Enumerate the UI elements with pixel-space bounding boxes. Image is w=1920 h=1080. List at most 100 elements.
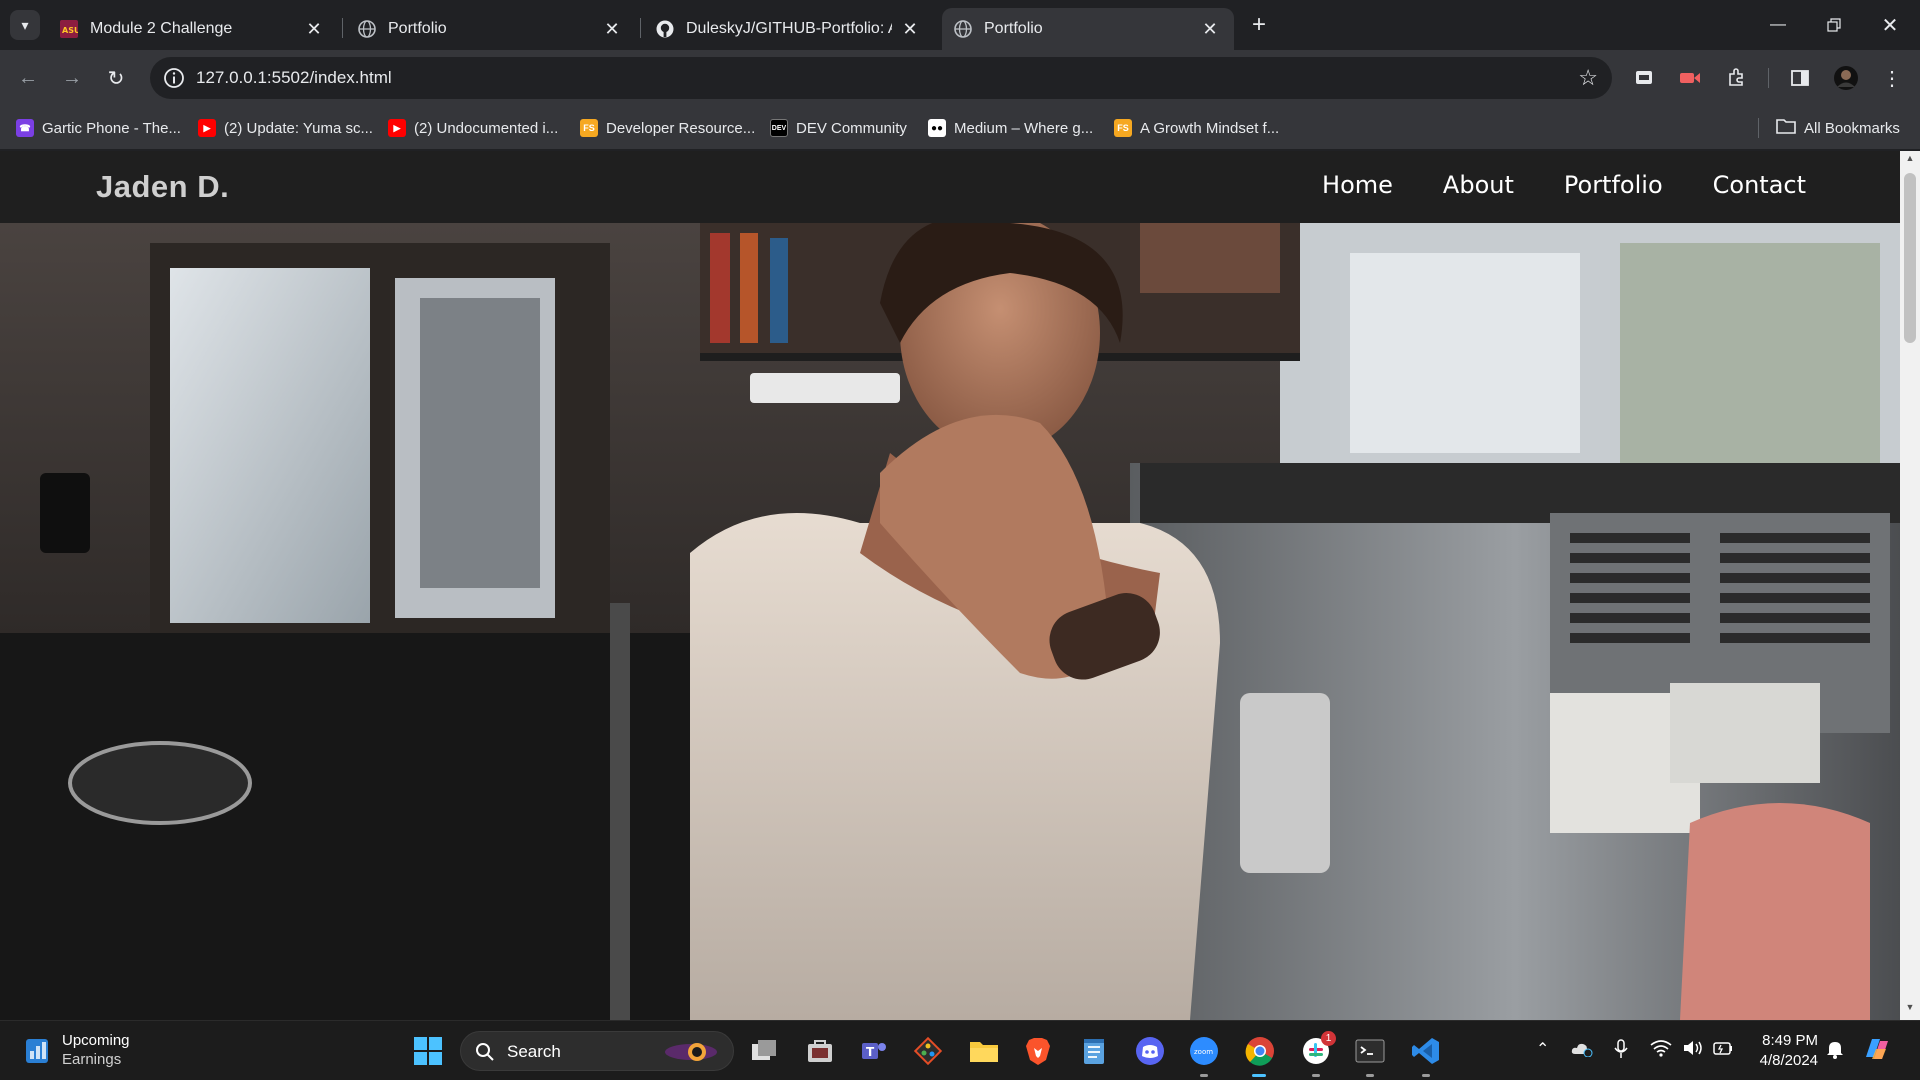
screen-recorder-icon[interactable]: [1676, 64, 1704, 92]
nav-home-link[interactable]: Home: [1322, 171, 1393, 199]
tab-divider: [640, 18, 641, 38]
tab-portfolio[interactable]: Portfolio ✕: [346, 8, 636, 50]
minimize-icon: —: [1770, 16, 1786, 33]
zoom-icon: zoom: [1190, 1037, 1218, 1065]
windows-logo-icon: [414, 1037, 442, 1065]
page-scrollbar[interactable]: ▲ ▼: [1900, 151, 1920, 1020]
volume-icon[interactable]: [1682, 1039, 1704, 1062]
all-bookmarks-button[interactable]: All Bookmarks: [1776, 116, 1900, 140]
weather-widget[interactable]: Upcoming Earnings: [24, 1031, 130, 1069]
bookmark-star-icon[interactable]: ☆: [1578, 65, 1598, 91]
taskbar-chrome[interactable]: [1244, 1035, 1276, 1067]
search-label: Search: [507, 1042, 561, 1061]
bookmark-item[interactable]: DEV DEV Community: [770, 116, 907, 140]
extensions-puzzle-icon[interactable]: [1722, 64, 1750, 92]
tab-divider: [342, 18, 343, 38]
nav-contact-link[interactable]: Contact: [1713, 171, 1806, 199]
nav-portfolio-link[interactable]: Portfolio: [1564, 171, 1663, 199]
taskbar-vscode[interactable]: [1410, 1035, 1442, 1067]
bookmark-item[interactable]: ●● Medium – Where g...: [928, 116, 1093, 140]
folder-icon: [970, 1042, 998, 1062]
bookmark-item[interactable]: FS A Growth Mindset f...: [1114, 116, 1279, 140]
notification-badge: 1: [1321, 1031, 1336, 1046]
svg-text:ASU: ASU: [62, 26, 78, 35]
git-diamond-icon: [913, 1036, 943, 1066]
wifi-icon[interactable]: [1650, 1039, 1672, 1062]
bookmark-label: Developer Resource...: [606, 119, 756, 137]
close-tab-icon[interactable]: ✕: [1200, 19, 1220, 40]
folder-icon: [1776, 118, 1796, 138]
close-tab-icon[interactable]: ✕: [304, 19, 324, 40]
scroll-up-icon[interactable]: ▲: [1900, 153, 1920, 169]
taskbar-search[interactable]: Search: [460, 1031, 734, 1071]
widget-title: Upcoming: [62, 1032, 130, 1049]
running-indicator: [1200, 1074, 1208, 1077]
tab-title: Portfolio: [984, 20, 1043, 37]
tab-module-2-challenge[interactable]: ASU Module 2 Challenge ✕: [48, 8, 338, 50]
restore-button[interactable]: [1806, 0, 1862, 50]
battery-icon[interactable]: [1712, 1039, 1734, 1062]
site-brand[interactable]: Jaden D.: [96, 169, 229, 205]
side-panel-icon[interactable]: [1786, 64, 1814, 92]
cast-extension-icon[interactable]: [1630, 64, 1658, 92]
address-bar[interactable]: 127.0.0.1:5502/index.html ☆: [150, 57, 1612, 99]
copilot-icon[interactable]: [1862, 1035, 1892, 1068]
taskbar-slack[interactable]: 1: [1300, 1031, 1336, 1067]
active-indicator: [1252, 1074, 1266, 1077]
taskbar-terminal[interactable]: [1354, 1035, 1386, 1067]
more-menu-icon[interactable]: ⋮: [1878, 64, 1906, 92]
discord-icon: [1136, 1037, 1164, 1065]
scroll-down-icon[interactable]: ▼: [1900, 1002, 1920, 1018]
taskbar-discord[interactable]: [1134, 1035, 1166, 1067]
back-button[interactable]: ←: [12, 62, 44, 94]
bookmark-item[interactable]: ▶ (2) Undocumented i...: [388, 116, 558, 140]
tab-portfolio-active[interactable]: Portfolio ✕: [942, 8, 1234, 50]
scrollbar-thumb[interactable]: [1904, 173, 1916, 343]
bookmark-item[interactable]: ▶ (2) Update: Yuma sc...: [198, 116, 373, 140]
search-highlight-icon: [665, 1043, 717, 1061]
microphone-icon[interactable]: [1614, 1039, 1628, 1064]
start-button[interactable]: [412, 1035, 444, 1067]
bookmark-item[interactable]: ☎ Gartic Phone - The...: [16, 116, 181, 140]
fs-icon: FS: [1114, 119, 1132, 137]
bookmark-item[interactable]: FS Developer Resource...: [580, 116, 755, 140]
notifications-bell-icon[interactable]: [1826, 1039, 1844, 1064]
close-tab-icon[interactable]: ✕: [602, 19, 622, 40]
arrow-right-icon: →: [62, 66, 82, 89]
vscode-icon: [1412, 1038, 1439, 1064]
arrow-left-icon: ←: [18, 66, 38, 89]
nav-about-link[interactable]: About: [1443, 171, 1514, 199]
taskbar-teams[interactable]: T: [858, 1035, 890, 1067]
minimize-button[interactable]: —: [1750, 0, 1806, 50]
site-info-icon[interactable]: [162, 66, 186, 90]
bookmark-label: (2) Undocumented i...: [414, 119, 559, 137]
taskbar-store[interactable]: [804, 1035, 836, 1067]
close-icon: ✕: [1881, 14, 1899, 37]
dev-icon: DEV: [770, 119, 788, 137]
taskbar-zoom[interactable]: zoom: [1188, 1035, 1220, 1067]
taskbar-git[interactable]: [912, 1035, 944, 1067]
tab-title: Module 2 Challenge: [90, 20, 233, 37]
svg-text:T: T: [866, 1045, 875, 1059]
tab-search-button[interactable]: ▾: [10, 10, 40, 40]
clock-date: 4/8/2024: [1759, 1052, 1818, 1069]
taskbar-file-explorer[interactable]: [968, 1035, 1000, 1067]
tab-github-portfolio[interactable]: DuleskyJ/GITHUB-Portfolio: A w ✕: [644, 8, 934, 50]
svg-text:zoom: zoom: [1194, 1048, 1213, 1056]
reload-icon: ↻: [107, 67, 125, 90]
clock[interactable]: 8:49 PM 4/8/2024: [1756, 1031, 1818, 1071]
task-view-button[interactable]: [748, 1035, 780, 1067]
onedrive-icon[interactable]: [1570, 1039, 1594, 1062]
bookmark-label: (2) Update: Yuma sc...: [224, 119, 373, 137]
close-tab-icon[interactable]: ✕: [900, 19, 920, 40]
reload-button[interactable]: ↻: [100, 62, 132, 94]
forward-button[interactable]: →: [56, 62, 88, 94]
url-text[interactable]: 127.0.0.1:5502/index.html: [196, 68, 392, 88]
taskbar-brave[interactable]: [1022, 1035, 1054, 1067]
teams-icon: T: [862, 1043, 886, 1059]
show-hidden-icons[interactable]: ⌃: [1536, 1039, 1549, 1059]
profile-avatar[interactable]: [1832, 64, 1860, 92]
taskbar-notepad[interactable]: [1078, 1035, 1110, 1067]
new-tab-button[interactable]: +: [1244, 10, 1274, 40]
close-window-button[interactable]: ✕: [1862, 0, 1918, 50]
